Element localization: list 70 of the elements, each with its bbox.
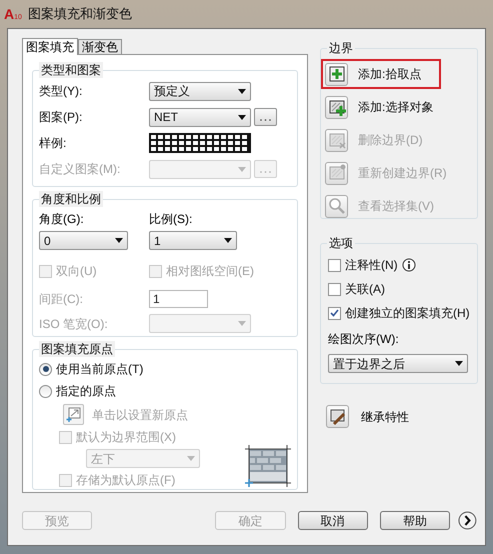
field-label: 比例(S): (149, 211, 194, 228)
checkbox[interactable] (328, 306, 341, 320)
action-label: 查看选择集(V) (358, 198, 434, 215)
action-label: 添加:拾取点 (358, 66, 422, 83)
checkbox[interactable] (328, 258, 341, 272)
dialog-button[interactable]: 帮助 (380, 511, 450, 530)
add-object-icon (328, 98, 346, 116)
action-label: 添加:选择对象 (358, 99, 434, 116)
brush-icon (328, 408, 346, 426)
field-label: 样例: (39, 135, 68, 152)
group-title: 边界 (327, 40, 355, 56)
radio-button[interactable] (39, 384, 52, 398)
recreate-boundary-icon (328, 164, 346, 182)
dropdown[interactable]: 预定义 (149, 82, 251, 100)
tab[interactable]: 图案填充 (22, 38, 78, 55)
group-title: 类型和图案 (39, 62, 103, 78)
field-label: 绘图次序(W): (328, 331, 400, 348)
group-title: 角度和比例 (39, 191, 103, 207)
group-title: 图案填充原点 (39, 341, 115, 357)
caret-icon (455, 361, 463, 366)
boundary-action[interactable]: 添加:选择对象 (323, 94, 439, 120)
checkbox-label: 双向(U) (56, 263, 97, 280)
caret-icon (224, 238, 232, 243)
checkbox[interactable] (328, 282, 341, 296)
action-label: 重新创建边界(R) (358, 165, 447, 182)
dropdown[interactable]: 1 (149, 231, 237, 250)
tab[interactable]: 渐变色 (78, 39, 122, 54)
radio-label: 指定的原点 (56, 383, 116, 400)
dialog-button[interactable]: 取消 (298, 511, 368, 530)
brick-preview-drawing (245, 445, 291, 487)
caret-icon (187, 456, 195, 461)
field-label: 自定义图案(M): (39, 161, 122, 178)
field-label: 类型(Y): (39, 83, 84, 100)
checkbox-label: 注释性(N) (345, 257, 398, 274)
boundary-action[interactable]: 添加:拾取点 (323, 61, 439, 87)
caret-icon (238, 88, 246, 94)
info-icon[interactable] (402, 258, 416, 272)
remove-boundary-icon (328, 131, 346, 149)
dropdown[interactable]: 0 (39, 231, 128, 250)
group-title: 选项 (327, 235, 355, 251)
caret-icon (238, 114, 246, 120)
checkbox-label: 默认为边界范围(X) (76, 429, 176, 446)
field-label: 图案(P): (39, 109, 84, 126)
field-label: 间距(C): (39, 291, 84, 308)
checkbox-label: 关联(A) (345, 281, 385, 298)
checkbox-label: 创建独立的图案填充(H) (345, 305, 470, 322)
caret-icon (115, 238, 123, 243)
window-title: 图案填充和渐变色 (28, 5, 132, 24)
radio-button[interactable] (39, 362, 52, 376)
inherit-properties-button[interactable] (326, 405, 349, 428)
caret-icon (238, 166, 246, 172)
action-icon-button[interactable] (325, 96, 348, 118)
checkbox-label: 相对图纸空间(E) (166, 263, 254, 280)
browse-button[interactable] (254, 108, 277, 126)
set-origin-label: 单击以设置新原点 (92, 406, 188, 424)
inherit-label: 继承特性 (361, 408, 409, 426)
radio-label: 使用当前原点(T) (56, 361, 144, 378)
checkbox-label: 存储为默认原点(F) (76, 472, 176, 489)
caret-icon (238, 321, 246, 326)
action-icon-button[interactable] (325, 62, 348, 86)
dropdown[interactable]: 置于边界之后 (328, 354, 468, 373)
checkmark-icon (330, 309, 339, 317)
add-point-icon (328, 65, 346, 83)
field-label: ISO 笔宽(O): (39, 316, 109, 332)
chevron-right-icon[interactable] (458, 511, 477, 530)
field-label: 角度(G): (39, 211, 85, 228)
search-icon (328, 197, 346, 215)
action-label: 删除边界(D) (358, 132, 423, 149)
crosshair-icon (66, 407, 81, 422)
dropdown[interactable]: NET (149, 108, 251, 126)
